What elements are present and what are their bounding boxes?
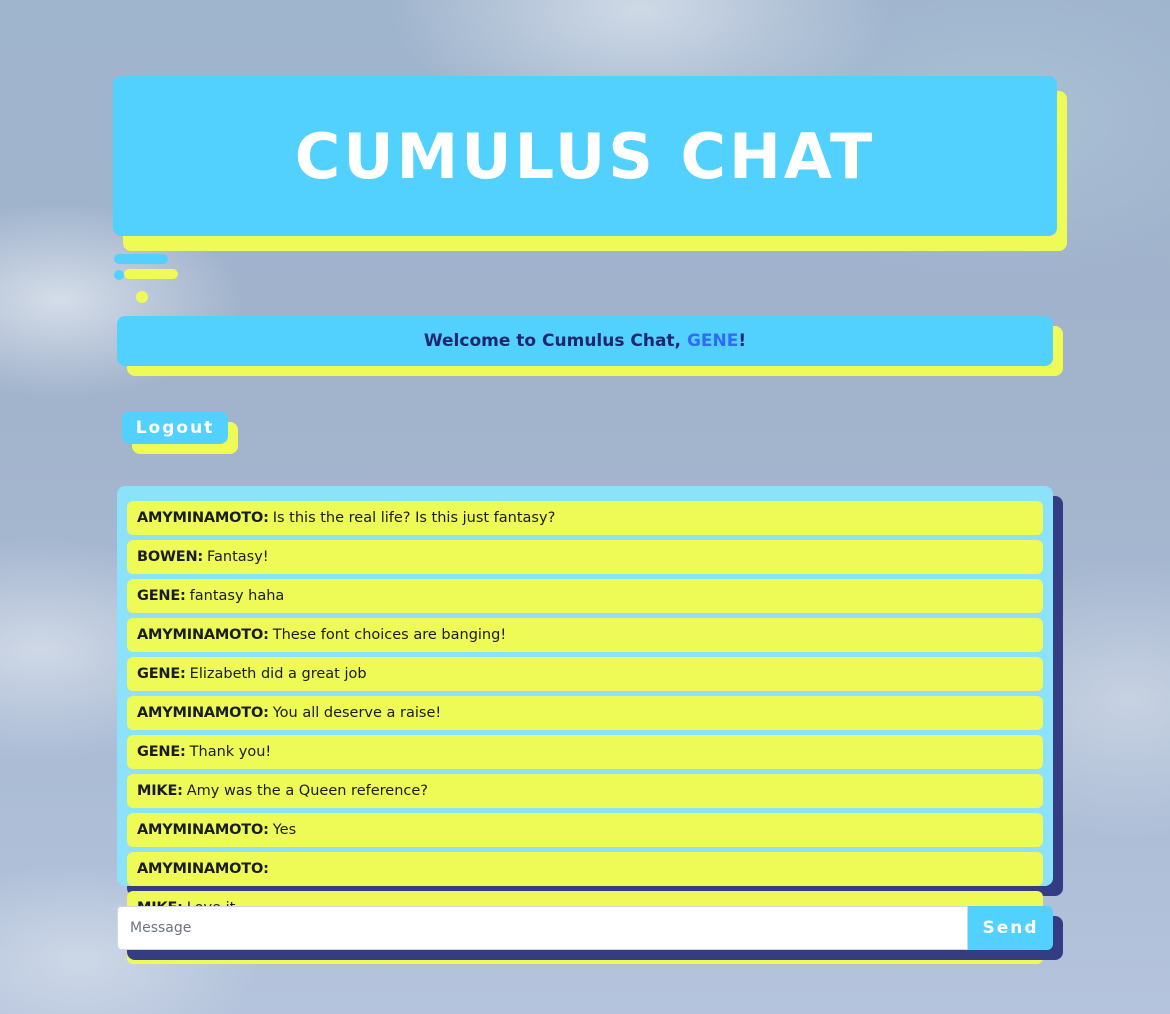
header-banner: CUMULUS CHAT bbox=[113, 76, 1057, 236]
bubble-tail-dot bbox=[136, 291, 148, 303]
send-button[interactable]: Send bbox=[968, 906, 1053, 950]
message-text: Amy was the a Queen reference? bbox=[186, 783, 428, 799]
logout-button[interactable]: Logout bbox=[122, 411, 228, 444]
message-author: AMYMINAMOTO: bbox=[137, 861, 269, 877]
message-author: GENE: bbox=[137, 744, 186, 760]
message-author: GENE: bbox=[137, 666, 186, 682]
message-author: AMYMINAMOTO: bbox=[137, 822, 269, 838]
app-title: CUMULUS CHAT bbox=[294, 119, 876, 193]
message-row: GENE: Elizabeth did a great job bbox=[127, 657, 1043, 691]
welcome-text: Welcome to Cumulus Chat, bbox=[423, 331, 687, 351]
message-row: GENE: Thank you! bbox=[127, 735, 1043, 769]
message-row: AMYMINAMOTO: These font choices are bangi… bbox=[127, 618, 1043, 652]
message-text: Yes bbox=[272, 822, 297, 838]
bubble-tail-dot bbox=[114, 270, 124, 280]
message-text: These font choices are banging! bbox=[272, 627, 507, 643]
message-author: GENE: bbox=[137, 588, 186, 604]
message-row: AMYMINAMOTO: Is this the real life? Is th… bbox=[127, 501, 1043, 535]
message-list[interactable]: AMYMINAMOTO: Is this the real life? Is th… bbox=[127, 501, 1043, 911]
chat-panel[interactable]: AMYMINAMOTO: Is this the real life? Is th… bbox=[117, 486, 1053, 911]
welcome-suffix: ! bbox=[738, 331, 747, 351]
message-author: AMYMINAMOTO: bbox=[137, 510, 269, 526]
message-row: MIKE: Amy was the a Queen reference? bbox=[127, 774, 1043, 808]
welcome-bar: Welcome to Cumulus Chat, GENE! bbox=[117, 316, 1053, 366]
welcome-username: GENE bbox=[686, 331, 739, 351]
message-row: BOWEN: Fantasy! bbox=[127, 540, 1043, 574]
message-text: You all deserve a raise! bbox=[272, 705, 442, 721]
message-row: AMYMINAMOTO: bbox=[127, 852, 1043, 886]
message-author: AMYMINAMOTO: bbox=[137, 627, 269, 643]
message-text: fantasy haha bbox=[189, 588, 285, 604]
message-row: GENE: fantasy haha bbox=[127, 579, 1043, 613]
message-author: BOWEN: bbox=[137, 549, 204, 565]
message-author: MIKE: bbox=[137, 783, 183, 799]
bubble-tail-bar bbox=[114, 254, 168, 264]
message-text: Elizabeth did a great job bbox=[189, 666, 367, 682]
message-input[interactable] bbox=[117, 906, 968, 950]
message-author: AMYMINAMOTO: bbox=[137, 705, 269, 721]
message-row: AMYMINAMOTO: You all deserve a raise! bbox=[127, 696, 1043, 730]
bubble-tail-bar bbox=[124, 269, 178, 279]
message-text: Is this the real life? Is this just fant… bbox=[272, 510, 556, 526]
message-row: AMYMINAMOTO: Yes bbox=[127, 813, 1043, 847]
message-text: Fantasy! bbox=[207, 549, 269, 565]
message-text: Thank you! bbox=[189, 744, 272, 760]
